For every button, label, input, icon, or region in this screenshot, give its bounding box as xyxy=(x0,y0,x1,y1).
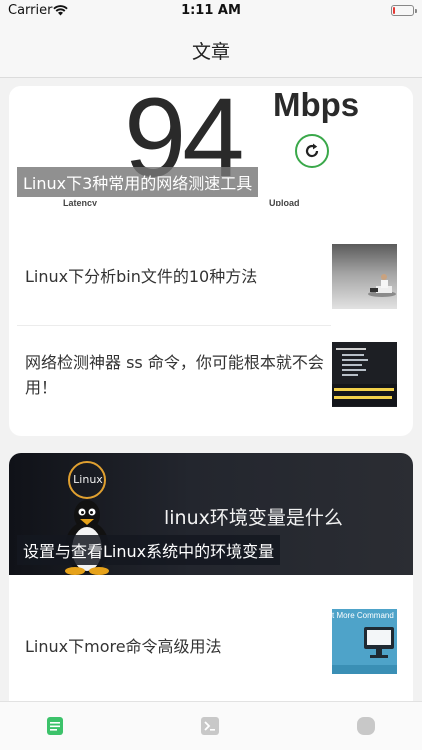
terminal-screenshot xyxy=(332,348,397,406)
list-item[interactable]: 网络检测神器 ss 命令，你可能根本就不会用！ xyxy=(9,326,413,436)
terminal-icon xyxy=(201,717,219,735)
article-card: 94 Mbps Latency Upload Linux下3种常用的网络测速工具… xyxy=(9,86,413,436)
article-title: Linux下more命令高级用法 xyxy=(25,637,222,656)
document-icon xyxy=(47,717,63,735)
hero-heading: linux环境变量是什么 xyxy=(164,507,343,529)
upload-label: Upload xyxy=(269,198,300,206)
person-on-laptop-photo xyxy=(368,274,396,297)
monitor-illustration xyxy=(332,627,397,674)
tab-profile[interactable] xyxy=(356,716,376,736)
battery-level xyxy=(393,7,395,14)
featured-article-title: Linux下3种常用的网络测速工具 xyxy=(17,167,259,197)
article-list[interactable]: 94 Mbps Latency Upload Linux下3种常用的网络测速工具… xyxy=(0,79,422,701)
article-thumbnail xyxy=(332,342,397,407)
list-item[interactable]: Linux下分析bin文件的10种方法 xyxy=(9,226,413,326)
latency-label: Latency xyxy=(63,198,98,206)
featured-article-linux-env[interactable]: Linux linux环境变量是什么 设置与查看Linux系统中的环境变量 xyxy=(9,453,413,575)
battery-icon xyxy=(391,5,417,16)
speed-unit: Mbps xyxy=(273,86,360,123)
status-bar: Carrier 1:11 AM xyxy=(0,0,422,22)
article-card: Linux linux环境变量是什么 设置与查看Linux系统中的环境变量 Li… xyxy=(9,453,413,701)
tab-commands[interactable] xyxy=(200,716,220,736)
featured-article-title: 设置与查看Linux系统中的环境变量 xyxy=(17,535,281,565)
article-thumbnail: t More Command xyxy=(332,609,397,674)
page-title: 文章 xyxy=(191,41,230,63)
article-title: 网络检测神器 ss 命令，你可能根本就不会用！ xyxy=(25,353,324,397)
clock: 1:11 AM xyxy=(181,3,241,18)
refresh-icon xyxy=(295,134,329,168)
circle-icon xyxy=(357,717,375,735)
tab-bar xyxy=(0,701,422,750)
article-title: Linux下分析bin文件的10种方法 xyxy=(25,267,258,286)
article-thumbnail xyxy=(332,244,397,309)
list-item[interactable]: Linux下more命令高级用法 t More Command xyxy=(9,593,413,701)
tab-articles[interactable] xyxy=(45,716,65,736)
linux-badge-label: Linux xyxy=(73,473,103,486)
featured-article-speedtest[interactable]: 94 Mbps Latency Upload Linux下3种常用的网络测速工具 xyxy=(9,86,413,206)
navigation-bar: 文章 xyxy=(0,22,422,78)
